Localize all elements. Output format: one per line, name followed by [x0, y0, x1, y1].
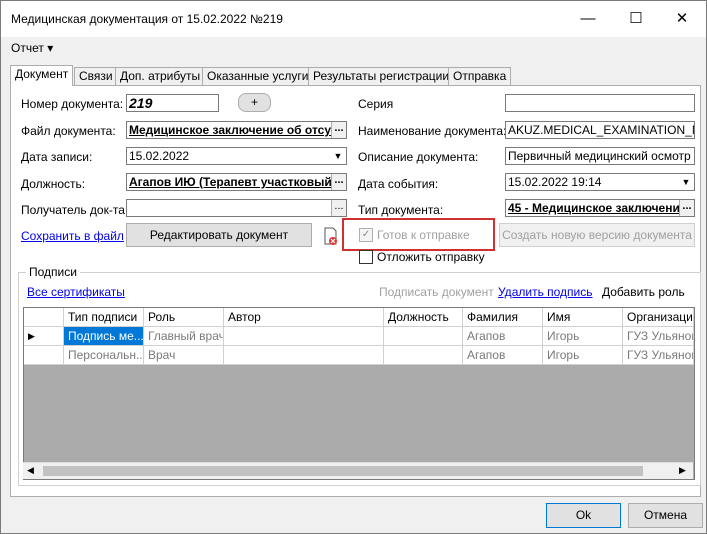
maximize-button[interactable]: ☐	[613, 5, 659, 33]
date-value: 15.02.2022	[129, 149, 190, 163]
cell-last-name[interactable]: Агапов	[463, 346, 543, 365]
tab-links[interactable]: Связи	[74, 67, 118, 85]
tab-send[interactable]: Отправка	[448, 67, 512, 85]
col-role[interactable]: Роль	[144, 308, 224, 327]
position-value: Агапов ИЮ (Терапевт участковый)	[129, 175, 336, 189]
file-ellipsis-button[interactable]: ...	[331, 122, 346, 138]
window-title: Медицинская документация от 15.02.2022 №…	[11, 12, 283, 26]
col-position[interactable]: Должность	[384, 308, 463, 327]
document-delete-icon[interactable]	[319, 225, 341, 247]
scroll-left-icon[interactable]: ◀	[27, 465, 34, 476]
doctype-label: Тип документа:	[358, 203, 444, 217]
cell-organization[interactable]: ГУЗ Ульянов	[623, 346, 694, 365]
dialog-footer: Ok Отмена	[1, 497, 706, 533]
position-ellipsis-button[interactable]: ...	[331, 174, 346, 190]
cell-signature-type[interactable]: Подпись ме...	[64, 327, 144, 346]
add-role-button[interactable]: Добавить роль	[602, 285, 685, 299]
doc-number-label: Номер документа:	[21, 97, 124, 111]
tab-services[interactable]: Оказанные услуги	[202, 67, 314, 85]
ready-checkbox[interactable]: ✓	[359, 228, 373, 242]
horizontal-scrollbar[interactable]: ◀ ▶	[23, 462, 693, 479]
cell-signature-type[interactable]: Персональн...	[64, 346, 144, 365]
postpone-label: Отложить отправку	[377, 250, 485, 264]
table-header: Тип подписи Роль Автор Должность Фамилия…	[24, 308, 694, 327]
event-date-value: 15.02.2022 19:14	[508, 175, 602, 189]
cancel-button[interactable]: Отмена	[628, 503, 703, 528]
menu-report[interactable]: Отчет ▾	[11, 41, 53, 55]
cell-last-name[interactable]: Агапов	[463, 327, 543, 346]
doc-number-field[interactable]: 219	[126, 94, 219, 112]
new-version-button[interactable]: Создать новую версию документа	[499, 223, 695, 247]
cell-first-name[interactable]: Игорь	[543, 327, 623, 346]
cell-organization[interactable]: ГУЗ Ульянов	[623, 327, 694, 346]
recipient-field[interactable]: ...	[126, 199, 347, 217]
docname-label: Наименование документа:	[358, 124, 507, 138]
col-signature-type[interactable]: Тип подписи	[64, 308, 144, 327]
signatures-table: Тип подписи Роль Автор Должность Фамилия…	[23, 307, 695, 480]
recipient-label: Получатель док-та	[21, 203, 125, 217]
doctype-value: 45 - Медицинское заключени	[508, 201, 680, 215]
row-selector-header	[24, 308, 64, 327]
doctype-ellipsis-button[interactable]: ...	[679, 200, 694, 216]
position-label: Должность:	[21, 177, 86, 191]
tab-registration-results[interactable]: Результаты регистрации	[308, 67, 455, 85]
cell-position[interactable]	[384, 346, 463, 365]
all-certificates-link[interactable]: Все сертификаты	[27, 285, 125, 299]
scroll-thumb[interactable]	[43, 466, 643, 476]
cell-author[interactable]	[224, 346, 384, 365]
edit-document-button[interactable]: Редактировать документ	[126, 223, 312, 247]
ok-button[interactable]: Ok	[546, 503, 621, 528]
file-label: Файл документа:	[21, 124, 116, 138]
cell-author[interactable]	[224, 327, 384, 346]
date-label: Дата записи:	[21, 150, 93, 164]
series-field[interactable]	[505, 94, 695, 112]
cell-role[interactable]: Главный врач	[144, 327, 224, 346]
date-field[interactable]: 15.02.2022 ▼	[126, 147, 347, 165]
docname-field[interactable]: AKUZ.MEDICAL_EXAMINATION_MAI	[505, 121, 695, 139]
description-label: Описание документа:	[358, 150, 479, 164]
tab-document[interactable]: Документ	[10, 65, 74, 86]
file-field[interactable]: Медицинское заключение об отсу ...	[126, 121, 347, 139]
save-to-file-link[interactable]: Сохранить в файл	[21, 229, 124, 243]
minimize-button[interactable]: —	[565, 5, 611, 33]
scroll-right-icon[interactable]: ▶	[679, 465, 686, 476]
row-selector	[24, 346, 64, 365]
description-field[interactable]: Первичный медицинский осмотр	[505, 147, 695, 165]
chevron-down-icon[interactable]: ▼	[331, 149, 345, 163]
dialog-window: Медицинская документация от 15.02.2022 №…	[0, 0, 707, 534]
position-field[interactable]: Агапов ИЮ (Терапевт участковый) ...	[126, 173, 347, 191]
doctype-field[interactable]: 45 - Медицинское заключени ...	[505, 199, 695, 217]
title-bar: Медицинская документация от 15.02.2022 №…	[1, 1, 706, 37]
recipient-ellipsis-button[interactable]: ...	[331, 200, 346, 216]
cell-position[interactable]	[384, 327, 463, 346]
close-button[interactable]: ✕	[659, 5, 705, 33]
signatures-group-label: Подписи	[26, 265, 80, 279]
event-date-label: Дата события:	[358, 177, 439, 191]
col-author[interactable]: Автор	[224, 308, 384, 327]
postpone-checkbox[interactable]	[359, 250, 373, 264]
col-last-name[interactable]: Фамилия	[463, 308, 543, 327]
cell-first-name[interactable]: Игорь	[543, 346, 623, 365]
col-organization[interactable]: Организация	[623, 308, 694, 327]
delete-signature-link[interactable]: Удалить подпись	[498, 285, 593, 299]
cell-role[interactable]: Врач	[144, 346, 224, 365]
event-date-field[interactable]: 15.02.2022 19:14 ▼	[505, 173, 695, 191]
ready-label: Готов к отправке	[377, 228, 470, 242]
tab-extra-attributes[interactable]: Доп. атрибуты	[115, 67, 206, 85]
row-pointer-icon: ▶	[24, 327, 64, 346]
sign-document-button[interactable]: Подписать документ	[379, 285, 494, 299]
col-first-name[interactable]: Имя	[543, 308, 623, 327]
file-value: Медицинское заключение об отсу	[129, 123, 332, 137]
chevron-down-icon[interactable]: ▼	[679, 175, 693, 189]
series-label: Серия	[358, 97, 394, 111]
add-button[interactable]: +	[238, 93, 271, 112]
